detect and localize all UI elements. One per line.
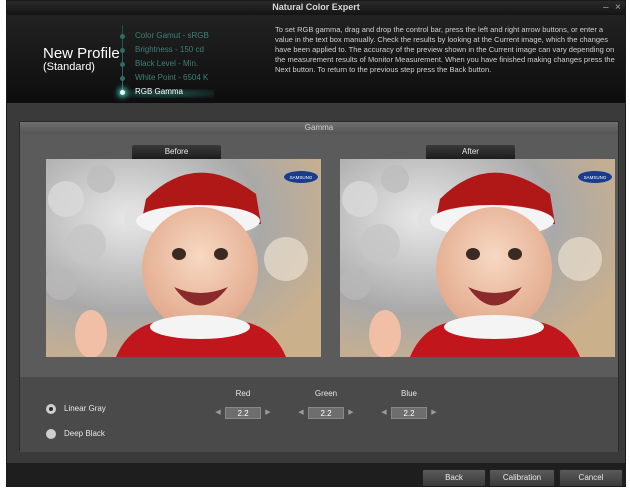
red-decrease-arrow-icon[interactable]: ◀: [214, 409, 222, 417]
baby-photo-before: SAMSUNG: [46, 159, 321, 357]
step-black-level: Black Level - Min.: [117, 59, 267, 71]
blue-label: Blue: [400, 389, 417, 398]
steps-list: Color Gamut - sRGB Brightness - 150 cd B…: [117, 19, 267, 99]
before-tab: Before: [132, 145, 221, 159]
green-decrease-arrow-icon[interactable]: ◀: [297, 409, 305, 417]
samsung-logo: SAMSUNG: [584, 175, 607, 180]
step-dot-icon: [120, 62, 125, 67]
step-rgb-gamma: RGB Gamma: [117, 87, 267, 99]
option-deep-black[interactable]: Deep Black: [46, 428, 186, 440]
blue-control: Blue ◀ 2.2 ▶: [379, 387, 439, 427]
red-value-input[interactable]: 2.2: [225, 407, 261, 419]
step-label: Black Level - Min.: [135, 59, 199, 68]
profile-name: New Profile: [43, 45, 120, 62]
radio-icon[interactable]: [46, 429, 56, 439]
red-increase-arrow-icon[interactable]: ▶: [264, 409, 272, 417]
option-linear-gray[interactable]: Linear Gray: [46, 403, 186, 415]
instructions-text: To set RGB gamma, drag and drop the cont…: [275, 25, 615, 74]
green-increase-arrow-icon[interactable]: ▶: [347, 409, 355, 417]
gamma-panel: Gamma Before After SAMSUNG SAMSUNG Linea…: [19, 121, 619, 452]
after-tab: After: [426, 145, 515, 159]
samsung-logo: SAMSUNG: [290, 175, 313, 180]
option-label: Linear Gray: [64, 404, 106, 413]
step-dot-icon: [120, 34, 125, 39]
calibration-button[interactable]: Calibration: [489, 469, 555, 486]
after-image: SAMSUNG: [340, 159, 615, 357]
cancel-button[interactable]: Cancel: [559, 469, 623, 486]
option-label: Deep Black: [64, 429, 105, 438]
minimize-icon[interactable]: –: [603, 2, 609, 13]
step-color-gamut: Color Gamut - sRGB: [117, 31, 267, 43]
step-active-dot-icon: [120, 90, 125, 95]
step-white-point: White Point - 6504 K: [117, 73, 267, 85]
red-control: Red ◀ 2.2 ▶: [213, 387, 273, 427]
green-value-input[interactable]: 2.2: [308, 407, 344, 419]
header: New Profile (Standard) Color Gamut - sRG…: [7, 15, 625, 103]
green-control: Green ◀ 2.2 ▶: [296, 387, 356, 427]
step-label: White Point - 6504 K: [135, 73, 209, 82]
step-label: Color Gamut - sRGB: [135, 31, 209, 40]
blue-value-input[interactable]: 2.2: [391, 407, 427, 419]
red-label: Red: [235, 389, 251, 398]
step-dot-icon: [120, 48, 125, 53]
step-label: RGB Gamma: [135, 87, 184, 96]
window-title: Natural Color Expert: [272, 2, 360, 12]
before-image: SAMSUNG: [46, 159, 321, 357]
blue-decrease-arrow-icon[interactable]: ◀: [380, 409, 388, 417]
green-label: Green: [314, 389, 338, 398]
step-dot-icon: [120, 76, 125, 81]
radio-selected-icon[interactable]: [46, 404, 56, 414]
title-bar: Natural Color Expert – ×: [7, 1, 625, 15]
panel-title: Gamma: [20, 122, 618, 134]
step-label: Brightness - 150 cd: [135, 45, 204, 54]
profile-subtitle: (Standard): [43, 61, 95, 73]
back-button[interactable]: Back: [422, 469, 486, 486]
baby-photo-after: SAMSUNG: [340, 159, 615, 357]
gamma-controls: Linear Gray Deep Black Red ◀ 2.2 ▶ Green…: [20, 377, 618, 452]
blue-increase-arrow-icon[interactable]: ▶: [430, 409, 438, 417]
step-brightness: Brightness - 150 cd: [117, 45, 267, 57]
close-icon[interactable]: ×: [615, 2, 621, 13]
app-window: Natural Color Expert – × New Profile (St…: [6, 0, 626, 487]
